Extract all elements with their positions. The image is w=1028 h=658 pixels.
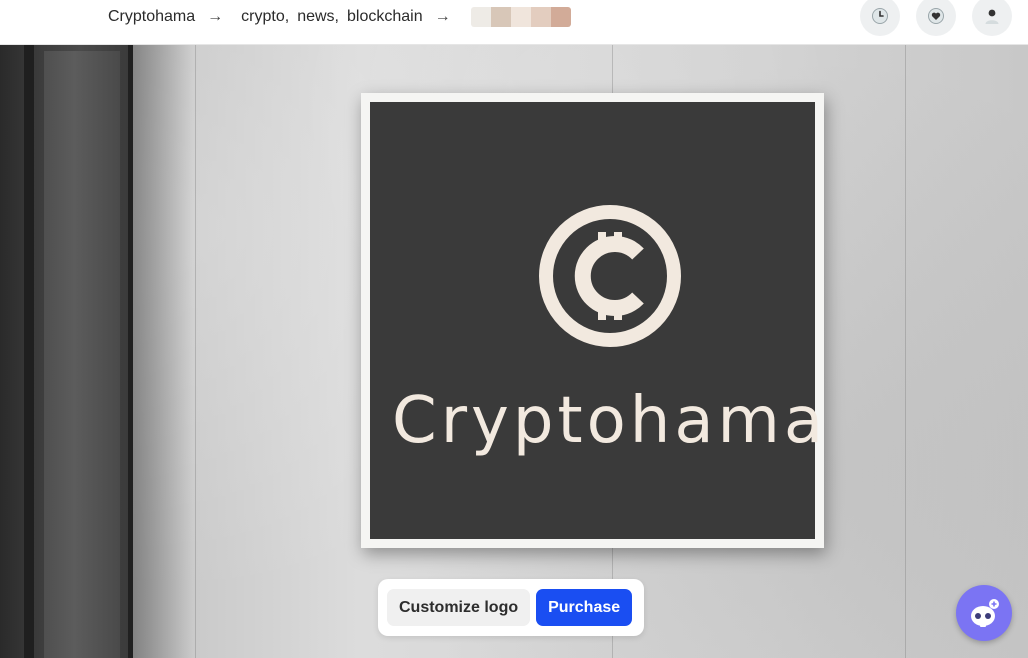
door-glass bbox=[44, 51, 120, 658]
sign-brand-text: Cryptohama bbox=[392, 384, 828, 458]
logo-mockup-preview: Cryptohama Customize logo Purchase bbox=[0, 45, 1028, 658]
door bbox=[0, 45, 133, 658]
sign-board: Cryptohama bbox=[370, 102, 828, 539]
tag-crypto[interactable]: crypto bbox=[241, 8, 285, 26]
breadcrumb: Cryptohama → crypto , news , blockchain … bbox=[108, 0, 571, 34]
cent-coin-icon bbox=[539, 205, 681, 347]
sign-frame: Cryptohama bbox=[361, 93, 824, 548]
history-button[interactable] bbox=[860, 0, 900, 36]
history-icon bbox=[872, 8, 888, 24]
arrow-right-icon: → bbox=[434, 8, 451, 25]
wall-seam bbox=[195, 45, 196, 658]
favorites-button[interactable] bbox=[916, 0, 956, 36]
palette-swatch bbox=[510, 7, 531, 27]
customize-logo-button[interactable]: Customize logo bbox=[387, 589, 531, 626]
door-shadow bbox=[133, 45, 193, 658]
tag-news[interactable]: news bbox=[297, 8, 334, 26]
top-actions bbox=[860, 0, 1012, 36]
breadcrumb-brand[interactable]: Cryptohama bbox=[108, 8, 195, 26]
purchase-button[interactable]: Purchase bbox=[536, 589, 633, 626]
palette-swatch bbox=[470, 7, 491, 27]
arrow-right-icon: → bbox=[207, 8, 224, 25]
top-bar: Cryptohama → crypto , news , blockchain … bbox=[0, 0, 1028, 45]
tag-separator: , bbox=[284, 8, 290, 25]
account-button[interactable] bbox=[972, 0, 1012, 36]
palette-swatch bbox=[490, 7, 511, 27]
palette-swatch bbox=[550, 7, 571, 27]
wall-seam bbox=[905, 45, 906, 658]
user-icon bbox=[985, 9, 999, 24]
tag-list: crypto , news , blockchain bbox=[241, 8, 422, 26]
tag-separator: , bbox=[334, 8, 339, 25]
tag-blockchain[interactable]: blockchain bbox=[347, 8, 423, 26]
color-palette[interactable] bbox=[470, 7, 571, 27]
robot-icon bbox=[971, 599, 999, 627]
heart-icon bbox=[928, 8, 944, 24]
palette-swatch bbox=[530, 7, 551, 27]
action-bar: Customize logo Purchase bbox=[378, 579, 644, 636]
assistant-button[interactable] bbox=[956, 585, 1012, 641]
